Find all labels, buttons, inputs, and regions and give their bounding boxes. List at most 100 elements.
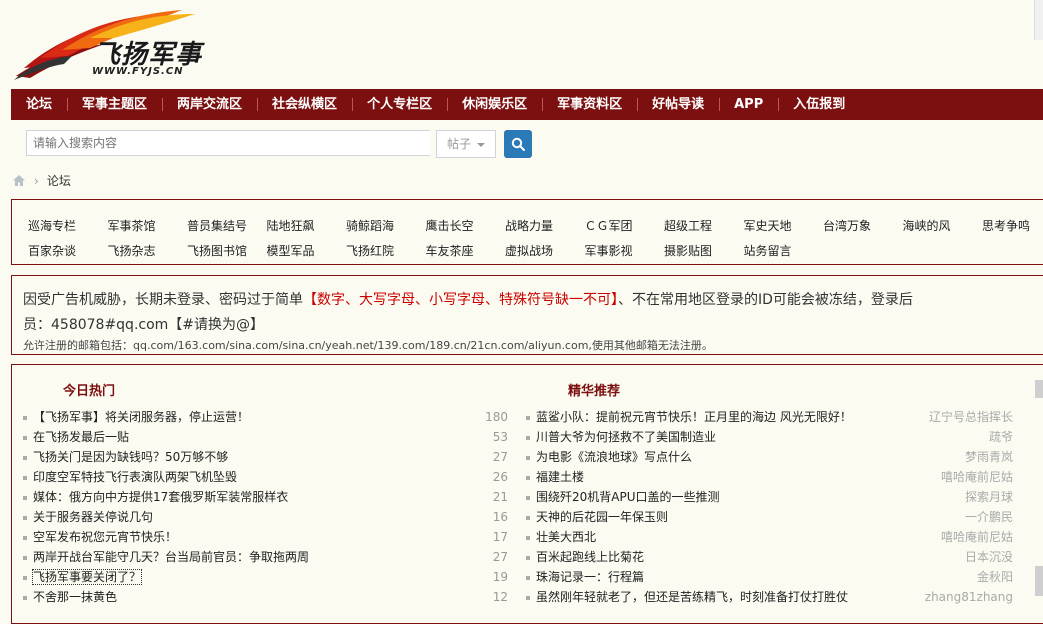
post-lists: 今日热门 精华推荐 【飞扬军事】将关闭服务器，停止运营！ 180 在飞扬发最后一贴… (11, 364, 1043, 624)
author-link[interactable]: zhang81zhang (925, 587, 1013, 607)
reply-count: 53 (493, 427, 508, 447)
forum-link[interactable]: 普员集结号 (187, 217, 267, 234)
account-notice: 因受广告机威胁，长期未登录、密码过于简单【数字、大写字母、小写字母、特殊符号缺一… (11, 275, 1043, 355)
author-link[interactable]: 日本沉没 (965, 547, 1013, 567)
forum-link[interactable]: 思考争鸣 (982, 217, 1043, 234)
search-scope-select[interactable]: 帖子 (436, 130, 496, 158)
nav-item-military-topics[interactable]: 军事主题区 (67, 89, 162, 120)
list-item: 珠海记录一：行程篇 金秋阳 (525, 567, 1013, 587)
notice-line: 因受广告机威胁，长期未登录、密码过于简单【数字、大写字母、小写字母、特殊符号缺一… (23, 289, 913, 309)
list-item: 两岸开战台军能守几天？台当局前官员：争取拖两周 27 (22, 547, 508, 567)
post-link[interactable]: 百米起跑线上比菊花 (536, 550, 644, 564)
post-link[interactable]: 壮美大西北 (536, 530, 596, 544)
post-link[interactable]: 天神的后花园一年保玉则 (536, 510, 668, 524)
digest-list: 蓝鲨小队：提前祝元宵节快乐！正月里的海边 风光无限好！ 辽宁号总指挥长 川普大爷为… (525, 407, 1013, 607)
forum-link[interactable]: 飞扬杂志 (108, 242, 188, 259)
forum-link[interactable]: 车友茶座 (426, 242, 506, 259)
post-link[interactable]: 不舍那一抹黄色 (33, 590, 117, 604)
author-link[interactable]: 梦雨青岚 (965, 447, 1013, 467)
post-link[interactable]: 在飞扬发最后一贴 (33, 430, 129, 444)
scrollbar-thumb[interactable] (1035, 566, 1043, 596)
list-item: 蓝鲨小队：提前祝元宵节快乐！正月里的海边 风光无限好！ 辽宁号总指挥长 (525, 407, 1013, 427)
forum-link[interactable]: 飞扬图书馆 (187, 242, 267, 259)
list-item: 空军发布祝您元宵节快乐！ 17 (22, 527, 508, 547)
post-link[interactable]: 飞扬军事要关闭了？ (33, 570, 141, 584)
nav-item-leisure[interactable]: 休闲娱乐区 (447, 89, 542, 120)
forum-link[interactable]: 虚拟战场 (505, 242, 585, 259)
forum-link[interactable]: 鹰击长空 (426, 217, 506, 234)
hot-today-title: 今日热门 (63, 380, 115, 399)
author-link[interactable]: 一介鹏民 (965, 507, 1013, 527)
nav-item-good-posts[interactable]: 好帖导读 (637, 89, 719, 120)
scrollbar-track[interactable] (1034, 0, 1043, 40)
list-item: 福建土楼 嘻哈庵前尼姑 (525, 467, 1013, 487)
forum-link[interactable]: 百家杂谈 (28, 242, 108, 259)
reply-count: 16 (493, 507, 508, 527)
forum-link[interactable]: 军事茶馆 (108, 217, 188, 234)
reply-count: 180 (485, 407, 508, 427)
search-input[interactable] (26, 130, 430, 156)
post-link[interactable]: 为电影《流浪地球》写点什么 (536, 450, 692, 464)
breadcrumb-separator-icon: › (34, 174, 39, 188)
site-logo[interactable]: 飞扬军事 WWW.FYJS.CN (10, 8, 210, 82)
author-link[interactable]: 辽宁号总指挥长 (929, 407, 1013, 427)
list-item: 印度空军特技飞行表演队两架飞机坠毁 26 (22, 467, 508, 487)
nav-item-cross-strait[interactable]: 两岸交流区 (162, 89, 257, 120)
author-link[interactable]: 探索月球 (965, 487, 1013, 507)
forum-link[interactable]: 摄影贴图 (664, 242, 744, 259)
forum-link[interactable]: 巡海专栏 (28, 217, 108, 234)
forum-link[interactable]: 军事影视 (585, 242, 665, 259)
scrollbar-thumb[interactable] (1035, 380, 1043, 398)
forum-link[interactable]: 模型军品 (267, 242, 347, 259)
post-link[interactable]: 珠海记录一：行程篇 (536, 570, 644, 584)
author-link[interactable]: 金秋阳 (977, 567, 1013, 587)
list-item: 不舍那一抹黄色 12 (22, 587, 508, 607)
forum-link[interactable]: 台湾万象 (823, 217, 903, 234)
nav-item-columns[interactable]: 个人专栏区 (352, 89, 447, 120)
notice-text: 、不在常用地区登录的ID可能会被冻结，登录后 (618, 292, 913, 308)
post-link[interactable]: 空军发布祝您元宵节快乐！ (33, 530, 177, 544)
nav-item-forum[interactable]: 论坛 (11, 89, 67, 120)
forum-link[interactable]: 超级工程 (664, 217, 744, 234)
forum-link[interactable]: 陆地狂飙 (267, 217, 347, 234)
forum-link[interactable]: 骑鲸蹈海 (346, 217, 426, 234)
author-link[interactable]: 嘻哈庵前尼姑 (941, 527, 1013, 547)
post-link[interactable]: 【飞扬军事】将关闭服务器，停止运营！ (33, 410, 249, 424)
post-link[interactable]: 两岸开战台军能守几天？台当局前官员：争取拖两周 (33, 550, 309, 564)
search-bar: 帖子 (26, 130, 496, 158)
home-icon[interactable] (12, 174, 26, 187)
list-item: 在飞扬发最后一贴 53 (22, 427, 508, 447)
nav-item-enlist[interactable]: 入伍报到 (778, 89, 860, 120)
forum-link[interactable]: 军史天地 (744, 217, 824, 234)
hot-today-list: 【飞扬军事】将关闭服务器，停止运营！ 180 在飞扬发最后一贴 53 飞扬关门是因为… (22, 407, 508, 607)
nav-item-society[interactable]: 社会纵横区 (257, 89, 352, 120)
forum-link[interactable]: ＣＧ军团 (585, 217, 665, 234)
post-link[interactable]: 虽然刚年轻就老了，但还是苦练精飞，时刻准备打仗打胜仗 (536, 590, 848, 604)
post-link[interactable]: 印度空军特技飞行表演队两架飞机坠毁 (33, 470, 237, 484)
post-link[interactable]: 川普大爷为何拯救不了美国制造业 (536, 430, 716, 444)
nav-item-app[interactable]: APP (719, 89, 778, 120)
list-item: 为电影《流浪地球》写点什么 梦雨青岚 (525, 447, 1013, 467)
post-link[interactable]: 福建土楼 (536, 470, 584, 484)
reply-count: 12 (493, 587, 508, 607)
forum-link[interactable]: 战略力量 (505, 217, 585, 234)
forum-link[interactable]: 海峡的风 (903, 217, 983, 234)
forum-link[interactable]: 飞扬红院 (346, 242, 426, 259)
author-link[interactable]: 嘻哈庵前尼姑 (941, 467, 1013, 487)
reply-count: 19 (493, 567, 508, 587)
list-item: 飞扬军事要关闭了？ 19 (22, 567, 508, 587)
post-link[interactable]: 关于服务器关停说几句 (33, 510, 153, 524)
author-link[interactable]: 疏爷 (989, 427, 1013, 447)
post-link[interactable]: 围绕歼20机背APU口盖的一些推测 (536, 490, 720, 504)
post-link[interactable]: 蓝鲨小队：提前祝元宵节快乐！正月里的海边 风光无限好！ (536, 410, 852, 424)
breadcrumb-current: 论坛 (47, 172, 71, 189)
reply-count: 27 (493, 547, 508, 567)
post-link[interactable]: 媒体：俄方向中方提供17套俄罗斯军装常服样衣 (33, 490, 288, 504)
post-link[interactable]: 飞扬关门是因为缺钱吗？50万够不够 (33, 450, 228, 464)
forum-row: 巡海专栏 军事茶馆 普员集结号 陆地狂飙 骑鲸蹈海 鹰击长空 战略力量 ＣＧ军团… (28, 217, 1043, 234)
forum-link[interactable]: 站务留言 (744, 242, 824, 259)
search-scope-label: 帖子 (447, 137, 471, 151)
reply-count: 27 (493, 447, 508, 467)
nav-item-military-data[interactable]: 军事资料区 (542, 89, 637, 120)
search-button[interactable] (504, 130, 532, 158)
